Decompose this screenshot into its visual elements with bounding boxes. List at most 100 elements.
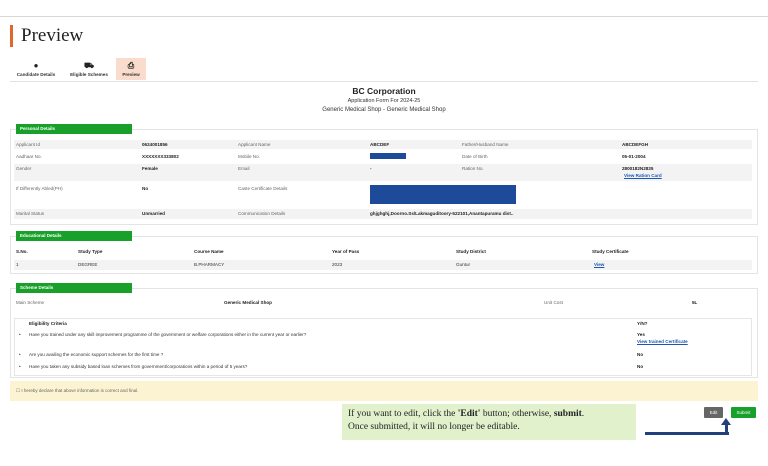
note-text: . — [581, 409, 585, 419]
tabs-divider — [10, 81, 758, 82]
unit-cost-value: 5L — [692, 300, 698, 305]
declaration-text: I hereby declare that above information … — [21, 388, 139, 393]
email-label: Email — [238, 166, 250, 171]
ration-label: Ration No. — [462, 166, 484, 171]
tab-preview[interactable]: ⎙ Preview — [116, 58, 146, 80]
view-certificate-link[interactable]: View — [594, 262, 604, 267]
dob-value: 05-01-2004 — [622, 154, 646, 159]
page-title: Preview — [21, 25, 84, 46]
edu-type: DEGREE — [78, 262, 98, 267]
marital-label: Marital Status — [16, 211, 45, 216]
aadhaar-value: XXXXXXX333802 — [142, 154, 179, 159]
gender-label: Gender — [16, 166, 32, 171]
applicant-name-value: ABCDEF — [370, 142, 390, 147]
father-name-label: Father/Husband Name — [462, 142, 509, 147]
note-text: button; otherwise, — [480, 409, 554, 419]
title-accent-bar — [10, 25, 13, 47]
instruction-line-2: Once submitted, it will no longer be edi… — [348, 422, 520, 432]
scheme-row: Main Scheme Generic Medical Shop Unit Co… — [14, 300, 752, 308]
personal-row-5: Marital Status Unmarried Communication D… — [14, 209, 752, 219]
applicant-id-label: Applicant Id — [16, 142, 41, 147]
unit-cost-label: Unit Cost — [544, 300, 563, 305]
applicant-name-label: Applicant Name — [238, 142, 271, 147]
communication-value: ghjghghj,Doorno.Ss/Lakmaguditoory-522101… — [370, 211, 514, 216]
page-header: Preview — [10, 25, 83, 47]
criteria-1-question: Have you trained under any skill improve… — [29, 332, 307, 337]
applicant-id-value: 0624001856 — [142, 142, 168, 147]
communication-label: Communication Details — [238, 211, 286, 216]
col-sno: S.No. — [16, 249, 28, 254]
mobile-redacted — [370, 153, 406, 159]
personal-row-1: Applicant Id 0624001856 Applicant Name A… — [14, 140, 752, 149]
eligibility-table: Eligibility Criteria Y/N? • Have you tra… — [14, 318, 752, 376]
edu-course: B.PHARMACY — [194, 262, 225, 267]
yn-header: Y/N? — [637, 321, 648, 326]
tab-label: Candidate Details — [16, 71, 56, 77]
step-tabs: ● Candidate Details ⛟ Eligible Schemes ⎙… — [10, 58, 147, 80]
criteria-3-question: Have you taken any subsidy based loan sc… — [29, 364, 248, 369]
caste-redacted — [370, 185, 516, 204]
personal-row-2: Aadhaar No. XXXXXXX333802 Mobile No. Dat… — [14, 152, 752, 161]
tab-label: Preview — [122, 71, 140, 77]
education-row: 1 DEGREE B.PHARMACY 2023 Guntur View — [14, 260, 752, 270]
criteria-3-answer: No — [637, 364, 644, 369]
scheme-details-label: Scheme Details — [16, 283, 132, 293]
criteria-2-question: Are you availing the economic support sc… — [29, 352, 164, 357]
pointer-arrow-shaft — [645, 432, 729, 435]
edu-district: Guntur — [456, 262, 471, 267]
pwd-value: No — [142, 186, 149, 191]
printer-icon: ⎙ — [127, 60, 135, 70]
application-form-line: Application Form For 2024-25 — [347, 98, 421, 104]
edu-year: 2023 — [332, 262, 343, 267]
tab-candidate-details[interactable]: ● Candidate Details — [10, 58, 62, 80]
educational-details-label: Educational Details — [16, 231, 132, 241]
view-trained-certificate-link[interactable]: View trained Certificate — [637, 339, 688, 344]
eligibility-title: Eligibility Criteria — [29, 321, 67, 326]
marital-value: Unmarried — [142, 211, 165, 216]
bullet-1: • — [19, 332, 21, 337]
personal-details-label: Personal Details — [16, 124, 132, 134]
mobile-label: Mobile No. — [238, 154, 260, 159]
instruction-line-1: If you want to edit, click the 'Edit' bu… — [348, 408, 630, 421]
scheme-title-line: Generic Medical Shop - Generic Medical S… — [322, 107, 446, 113]
aadhaar-label: Aadhaar No. — [16, 154, 42, 159]
personal-row-4: If Differently Abled(PH) No Caste Certif… — [14, 184, 752, 206]
col-year-of-pass: Year of Pass — [332, 249, 360, 254]
person-icon: ● — [33, 60, 39, 70]
note-text: If you want to edit, click the — [348, 409, 458, 419]
note-submit-word: submit — [553, 409, 582, 419]
pwd-label: If Differently Abled(PH) — [16, 186, 63, 191]
col-study-type: Study Type — [78, 249, 103, 254]
bank-icon: ⛟ — [83, 60, 95, 70]
pointer-arrow-head — [721, 418, 731, 425]
view-ration-card-link[interactable]: View Ration Card — [624, 173, 662, 178]
criteria-2-answer: No — [637, 352, 644, 357]
criteria-1-answer: Yes — [637, 332, 645, 337]
education-header-row: S.No. Study Type Course Name Year of Pas… — [14, 249, 752, 257]
corporation-name: BC Corporation — [352, 86, 416, 96]
edit-button[interactable]: Edit — [704, 407, 723, 418]
col-study-district: Study District — [456, 249, 486, 254]
scheme-name-label: Main Scheme — [16, 300, 45, 305]
caste-label: Caste Certificate Details — [238, 186, 288, 191]
personal-row-3: Gender Female Email - Ration No. 2800182… — [14, 164, 752, 181]
ration-value: 2800182N2835 — [622, 166, 654, 171]
top-divider — [0, 16, 768, 17]
email-value: - — [370, 166, 372, 171]
scheme-name-value: Generic Medical Shop — [224, 300, 272, 305]
tab-label: Eligible Schemes — [70, 71, 108, 77]
col-study-certificate: Study Certificate — [592, 249, 629, 254]
submit-button[interactable]: Submit — [731, 407, 756, 418]
tab-eligible-schemes[interactable]: ⛟ Eligible Schemes — [63, 58, 115, 80]
bullet-2: • — [19, 352, 21, 357]
bullet-3: • — [19, 364, 21, 369]
note-edit-word: 'Edit' — [457, 409, 481, 419]
gender-value: Female — [142, 166, 158, 171]
dob-label: Date of Birth — [462, 154, 488, 159]
col-course-name: Course Name — [194, 249, 224, 254]
father-name-value: ABCDEFGH — [622, 142, 649, 147]
edu-sno: 1 — [16, 262, 19, 267]
instruction-note: If you want to edit, click the 'Edit' bu… — [342, 404, 636, 440]
declaration-checkbox[interactable]: ☐ — [16, 388, 20, 393]
declaration-bar: ☐ I hereby declare that above informatio… — [10, 381, 758, 401]
